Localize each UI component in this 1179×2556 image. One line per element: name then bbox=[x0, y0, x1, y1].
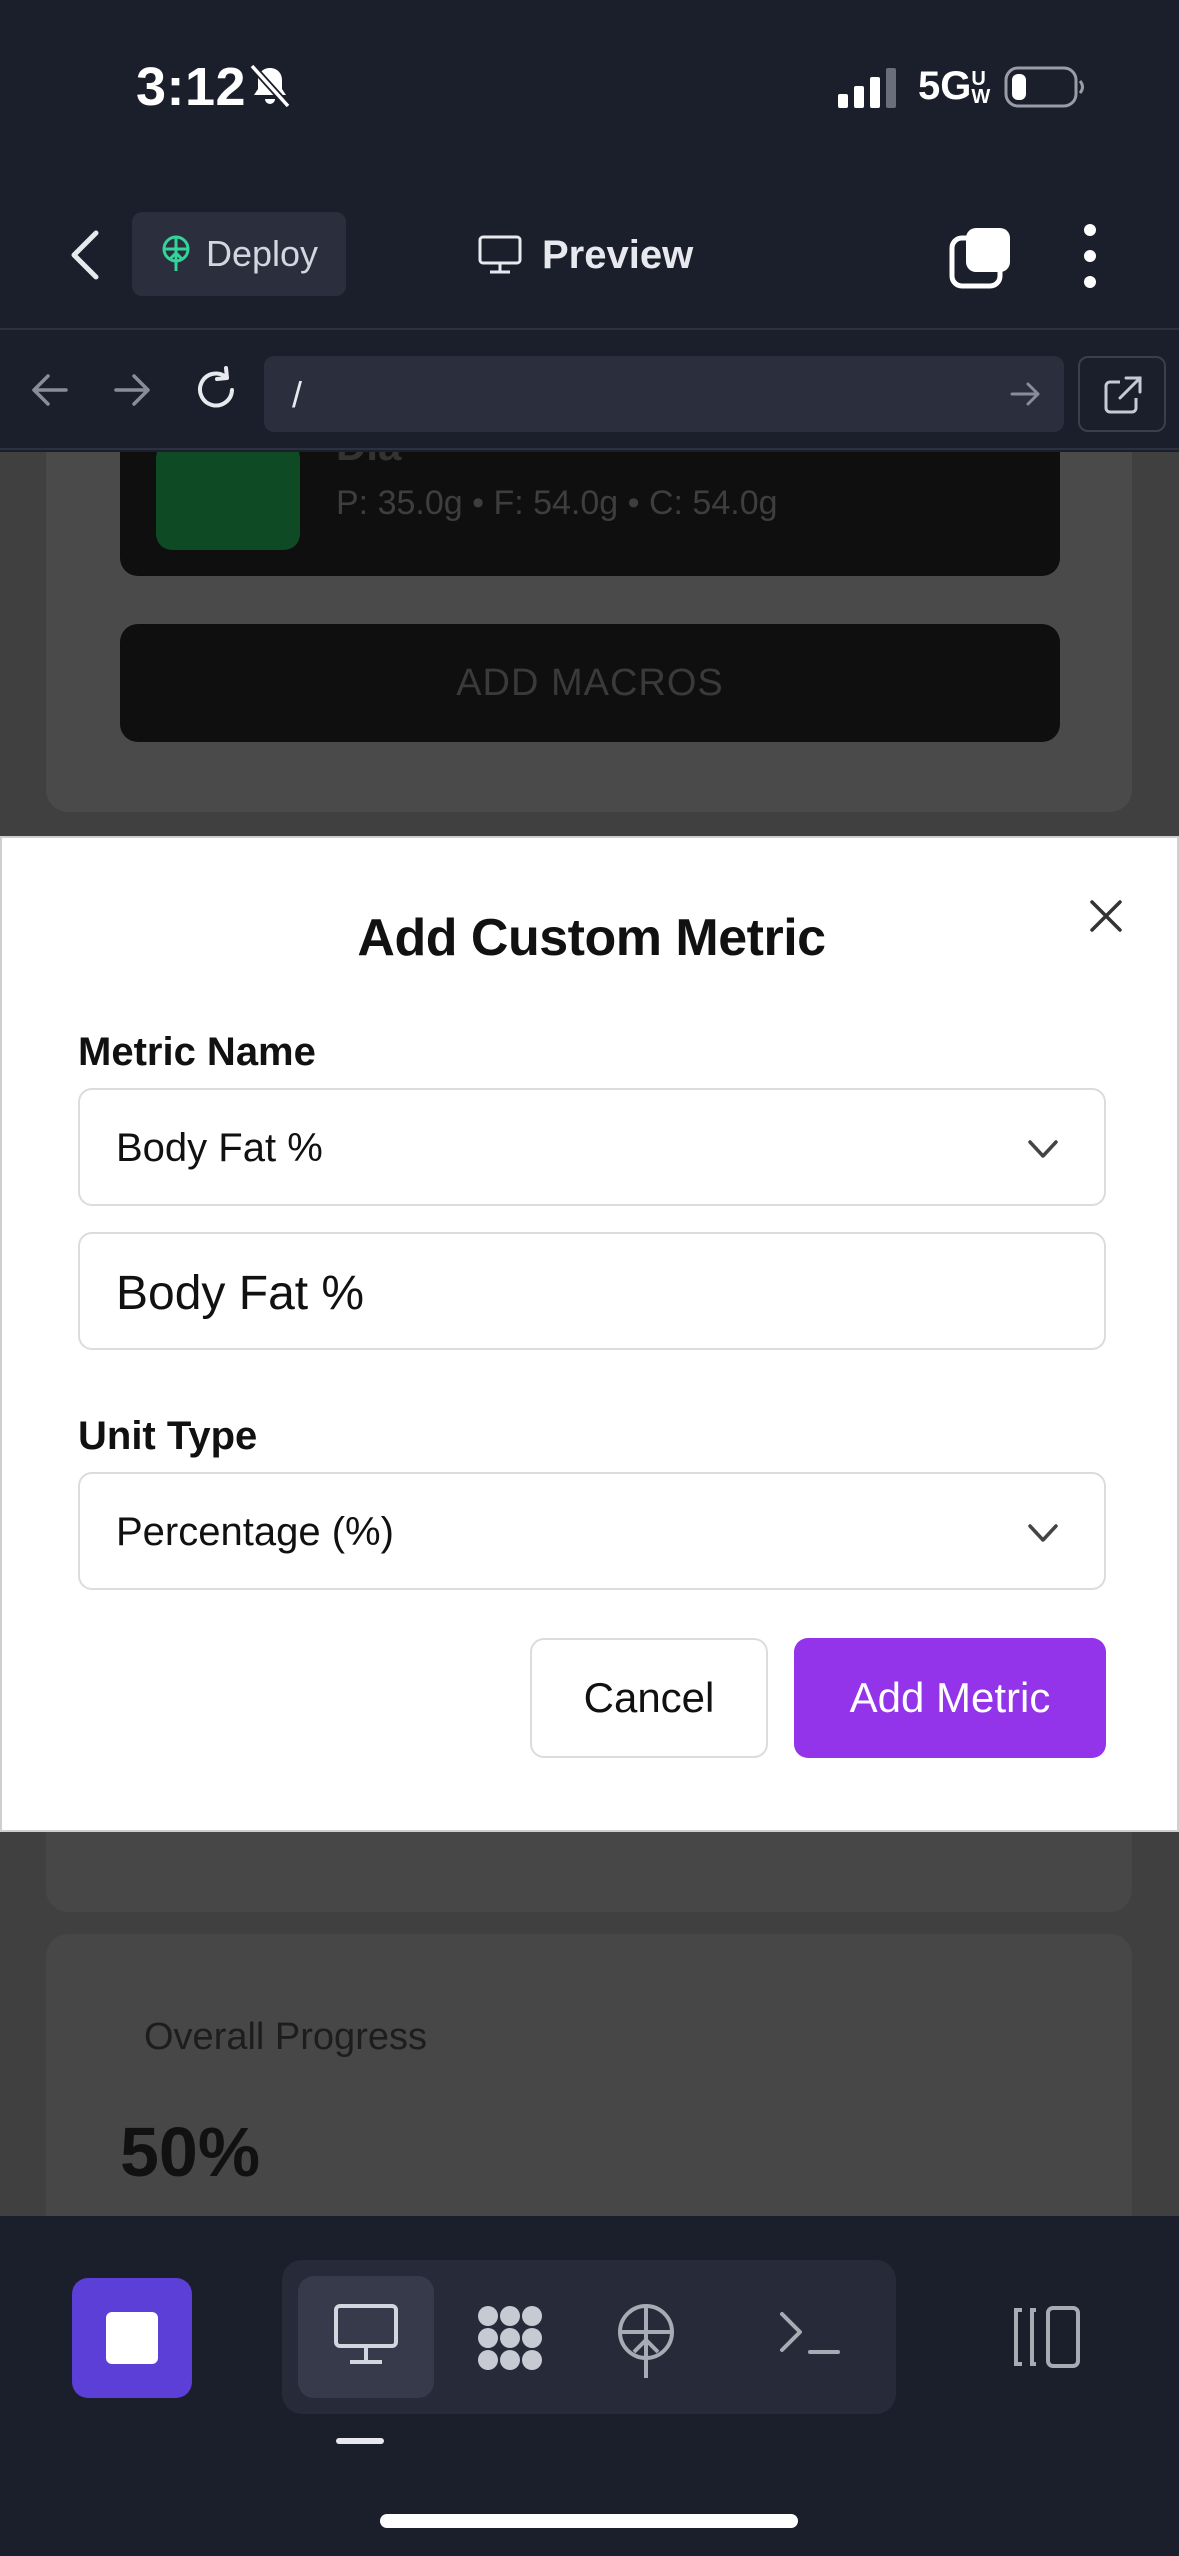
metric-name-input[interactable]: Body Fat % bbox=[78, 1232, 1106, 1350]
metric-name-select[interactable]: Body Fat % bbox=[78, 1088, 1106, 1206]
deploy-label: Deploy bbox=[206, 233, 319, 274]
status-time: 3:12 bbox=[136, 57, 247, 117]
reload-icon[interactable] bbox=[192, 364, 240, 416]
chevron-down-icon bbox=[1028, 1140, 1058, 1158]
metric-name-label: Metric Name bbox=[78, 1030, 316, 1074]
progress-value: 50% bbox=[120, 2113, 261, 2191]
active-tab-indicator bbox=[336, 2438, 384, 2444]
add-macros-button: ADD MACROS bbox=[120, 624, 1060, 742]
arrow-go-icon[interactable] bbox=[1008, 374, 1044, 414]
meal-thumbnail bbox=[156, 452, 300, 550]
tool-workflow-button[interactable] bbox=[440, 2276, 576, 2398]
browser-bar: / bbox=[0, 330, 1179, 450]
stop-icon bbox=[106, 2312, 158, 2364]
panel-icon[interactable] bbox=[1008, 2302, 1084, 2372]
meal-name: Dia bbox=[336, 452, 401, 470]
deploy-icon bbox=[618, 2304, 674, 2378]
tool-deploy-button[interactable] bbox=[578, 2276, 714, 2398]
deploy-button[interactable]: Deploy bbox=[132, 212, 346, 296]
monitor-icon bbox=[478, 235, 522, 274]
meal-macros: P: 35.0g • F: 54.0g • C: 54.0g bbox=[336, 484, 778, 522]
preview-label: Preview bbox=[542, 232, 694, 277]
more-vertical-icon[interactable] bbox=[1070, 220, 1110, 292]
bell-muted-icon bbox=[249, 63, 291, 109]
metric-name-input-value: Body Fat % bbox=[116, 1267, 365, 1320]
chevron-down-icon bbox=[1028, 1524, 1058, 1542]
stop-button[interactable] bbox=[72, 2278, 192, 2398]
tool-group bbox=[282, 2260, 1016, 2414]
signal-icon bbox=[838, 68, 896, 108]
open-external-button[interactable] bbox=[1078, 356, 1166, 432]
cancel-button[interactable]: Cancel bbox=[530, 1638, 768, 1758]
network-label: 5GUW bbox=[918, 64, 995, 109]
external-link-icon bbox=[1104, 376, 1142, 414]
status-bar: 3:12 5GUW bbox=[0, 0, 1179, 180]
unit-type-label: Unit Type bbox=[78, 1414, 258, 1458]
bottom-toolbar bbox=[0, 2216, 1179, 2556]
add-metric-dialog: Add Custom Metric Metric Name Body Fat %… bbox=[0, 836, 1179, 1832]
tool-terminal-button[interactable] bbox=[742, 2276, 878, 2398]
chevron-left-icon[interactable] bbox=[60, 225, 110, 285]
metric-name-selected: Body Fat % bbox=[116, 1126, 323, 1170]
arrow-left-icon[interactable] bbox=[26, 364, 74, 416]
preview-tab[interactable]: Preview bbox=[478, 222, 693, 288]
url-text: / bbox=[292, 374, 303, 415]
unit-type-selected: Percentage (%) bbox=[116, 1510, 394, 1554]
terminal-icon bbox=[780, 2312, 840, 2354]
home-indicator bbox=[380, 2514, 798, 2528]
progress-label: Overall Progress bbox=[144, 2016, 427, 2058]
arrow-right-icon[interactable] bbox=[108, 364, 156, 416]
app-header: Deploy Preview bbox=[0, 180, 1179, 330]
add-metric-button[interactable]: Add Metric bbox=[794, 1638, 1106, 1758]
deploy-icon bbox=[162, 235, 190, 271]
battery-icon bbox=[1004, 66, 1084, 108]
unit-type-select[interactable]: Percentage (%) bbox=[78, 1472, 1106, 1590]
tool-preview-button[interactable] bbox=[298, 2276, 434, 2398]
url-field[interactable]: / bbox=[264, 356, 1064, 432]
network-type: 5G bbox=[918, 64, 972, 108]
dialog-title: Add Custom Metric bbox=[357, 909, 826, 967]
monitor-icon bbox=[334, 2304, 398, 2364]
workflow-icon bbox=[478, 2306, 542, 2370]
network-subtype: UW bbox=[971, 68, 991, 109]
tabs-icon[interactable] bbox=[948, 224, 1014, 290]
meal-row: Dia P: 35.0g • F: 54.0g • C: 54.0g bbox=[120, 452, 1060, 576]
